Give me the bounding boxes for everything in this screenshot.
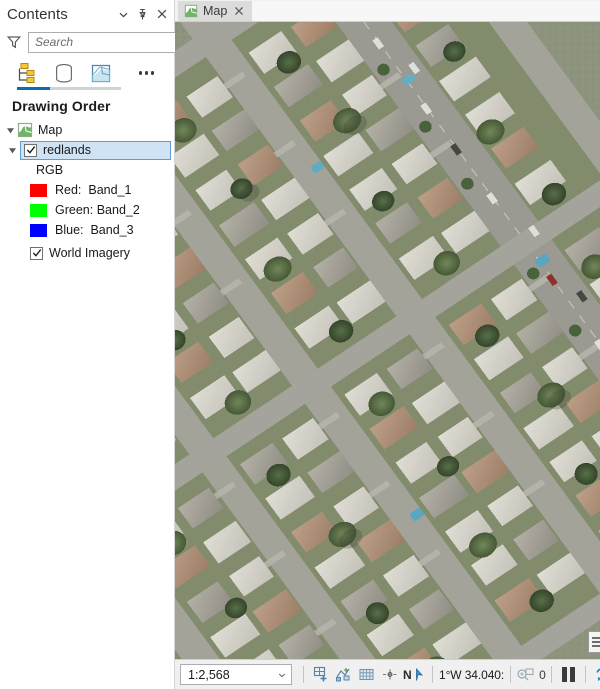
selection-icon [516, 667, 535, 683]
refresh-icon[interactable] [591, 664, 600, 686]
panel-header-buttons [115, 6, 170, 23]
pause-icon[interactable] [557, 664, 580, 686]
filter-icon[interactable] [6, 34, 22, 50]
layer-expand-icon[interactable] [6, 140, 19, 160]
north-arrow-icon[interactable]: N [401, 664, 427, 686]
map-area: Map 1:2,568 N 1°W 34.040: 0 [175, 0, 600, 689]
contents-tree: Map redlands RGB Red: Band_1 Green: Band… [0, 119, 174, 689]
drawing-order-heading: Drawing Order [12, 98, 111, 114]
map-icon [17, 122, 33, 138]
drawing-order-icon[interactable] [14, 61, 40, 85]
band-row: Blue: Band_3 [0, 220, 174, 240]
database-icon[interactable] [51, 61, 77, 85]
measure-icon[interactable] [378, 664, 401, 686]
scale-value: 1:2,568 [188, 667, 230, 682]
band-value-label: Band_2 [96, 203, 140, 217]
tree-node-map-label: Map [38, 123, 63, 137]
divider [550, 666, 552, 683]
expand-collapse-icon[interactable] [4, 120, 17, 140]
contents-panel-header: Contents [0, 0, 174, 28]
map-layer-icon[interactable] [88, 61, 114, 85]
divider [303, 666, 304, 683]
band-value-label: Band_3 [90, 223, 134, 237]
new-selection-icon[interactable] [309, 664, 332, 686]
grid-icon[interactable] [355, 664, 378, 686]
snapping-icon[interactable] [332, 664, 355, 686]
tree-node-layer-wrap: redlands [0, 140, 174, 160]
tree-node-layer-redlands[interactable]: redlands [20, 140, 171, 160]
map-icon [184, 4, 198, 18]
tree-node-map[interactable]: Map [0, 120, 174, 140]
layer-label: redlands [43, 143, 91, 157]
selection-count-value: 0 [539, 667, 546, 682]
chevron-down-icon[interactable] [275, 671, 289, 679]
attribute-table-icon[interactable] [587, 631, 600, 653]
map-canvas[interactable] [175, 22, 600, 659]
contents-tabstrip [0, 56, 174, 90]
chevron-down-icon[interactable] [595, 1, 600, 21]
divider [584, 666, 586, 683]
search-row [0, 28, 219, 56]
ellipsis-icon[interactable] [138, 71, 167, 75]
map-status-bar: 1:2,568 N 1°W 34.040: 0 [175, 659, 600, 689]
tree-node-basemap[interactable]: World Imagery [0, 243, 174, 263]
map-tabbar: Map [175, 0, 600, 22]
selection-count[interactable]: 0 [516, 667, 546, 683]
page-title: Contents [7, 5, 68, 23]
band-channel-label: Blue: [55, 223, 84, 237]
chevron-down-icon[interactable] [115, 6, 132, 23]
aerial-imagery [175, 22, 600, 659]
band-channel-label: Red: [55, 183, 82, 197]
layer-visibility-checkbox[interactable] [24, 143, 37, 157]
band-row: Green: Band_2 [0, 200, 174, 220]
divider [510, 666, 512, 683]
scale-selector[interactable]: 1:2,568 [180, 664, 292, 685]
basemap-label: World Imagery [49, 246, 131, 260]
red-band-swatch [30, 183, 47, 197]
pin-icon[interactable] [134, 6, 151, 23]
tab-map[interactable]: Map [178, 1, 253, 21]
green-band-swatch [30, 203, 47, 217]
coordinate-readout: 1°W 34.040: [439, 667, 505, 682]
svg-text:N: N [403, 668, 412, 682]
tab-map-label: Map [203, 4, 228, 18]
blue-band-swatch [30, 223, 47, 237]
tab-underline [17, 87, 121, 90]
basemap-visibility-checkbox[interactable] [30, 246, 43, 260]
close-icon[interactable] [153, 6, 170, 23]
search-field[interactable] [35, 35, 192, 49]
band-value-label: Band_1 [88, 183, 132, 197]
symbology-label: RGB [36, 163, 64, 177]
arcgis-pro-window: Contents Search Drawing Order Map redlan… [0, 0, 600, 689]
divider [432, 666, 433, 683]
close-icon[interactable] [232, 5, 245, 18]
tabbar-empty-space [252, 1, 596, 21]
band-row: Red: Band_1 [0, 180, 174, 200]
contents-pane: Contents Search Drawing Order Map redlan… [0, 0, 219, 689]
band-channel-label: Green: [55, 203, 94, 217]
